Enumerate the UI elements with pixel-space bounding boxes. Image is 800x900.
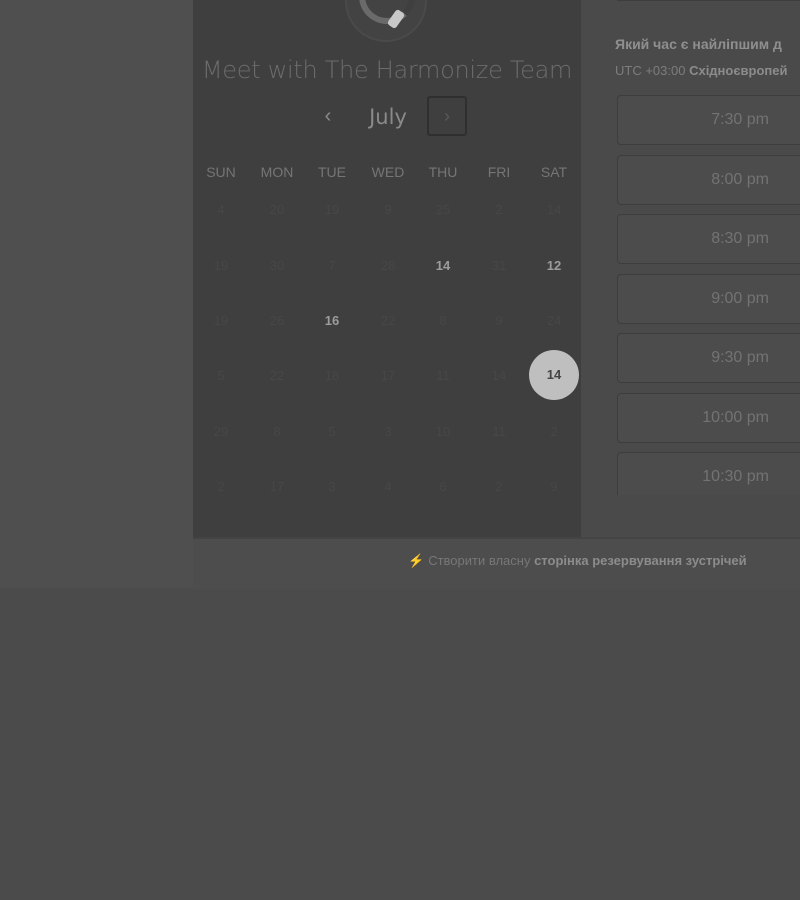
time-slot-button[interactable]: 10:00 pm — [617, 392, 800, 443]
day-cell: 6 — [439, 479, 447, 494]
day-cell-available[interactable]: 14 — [415, 258, 471, 273]
day-cell: 3 — [328, 479, 336, 494]
day-cell: 24 — [546, 313, 562, 328]
time-slot-button[interactable]: 10:30 pm — [617, 452, 800, 495]
day-cell: 11 — [436, 368, 450, 383]
day-cell: 4 — [384, 479, 392, 494]
logo-icon — [359, 0, 415, 24]
day-cell: 3 — [384, 424, 392, 439]
time-slot-button[interactable]: 8:00 pm — [617, 154, 800, 205]
day-cell: 11 — [492, 424, 506, 439]
timezone-selector[interactable]: UTC +03:00 Східноєвропей — [615, 63, 787, 78]
calendar-title: Meet with The Harmonize Team — [201, 56, 573, 84]
time-slot-button[interactable]: 9:30 pm — [617, 333, 800, 383]
time-slot-list: 7:30 pm 8:00 pm 8:30 pm 9:00 pm 9:30 pm 10:00… — [617, 95, 800, 495]
day-cell: 31 — [491, 258, 507, 273]
weekday-label: THU — [428, 164, 458, 180]
timezone-offset: UTC +03:00 — [615, 63, 686, 78]
day-cell: 20 — [269, 202, 285, 217]
day-cell: 25 — [435, 202, 451, 217]
month-label: July — [369, 105, 407, 129]
weekday-label: WED — [371, 164, 405, 180]
day-cell: 30 — [269, 258, 285, 273]
time-slot-button[interactable]: 8:30 pm — [617, 214, 800, 264]
day-cell-available[interactable]: 12 — [526, 258, 582, 273]
timezone-name: Східноєвропей — [689, 63, 788, 78]
day-cell: 19 — [213, 313, 229, 328]
time-slot-button[interactable]: 9:00 pm — [617, 273, 800, 324]
weekday-label: SUN — [206, 164, 236, 180]
time-slot-button[interactable]: 7:30 pm — [617, 95, 800, 145]
prev-month-button[interactable]: ‹ — [314, 102, 342, 130]
divider — [617, 0, 800, 1]
day-cell: 5 — [328, 424, 336, 439]
day-cell-selected[interactable]: 14 — [529, 350, 579, 400]
day-cell: 29 — [213, 424, 229, 439]
weekday-label: MON — [260, 164, 294, 180]
day-cell: 2 — [550, 424, 558, 439]
day-cell: 5 — [217, 368, 225, 383]
day-cell: 9 — [384, 202, 392, 217]
footer-link[interactable]: ⚡ Створити власну сторінка резервування з… — [408, 553, 747, 569]
next-month-button[interactable]: › — [427, 96, 467, 136]
day-cell: 2 — [495, 202, 503, 217]
day-cell: 17 — [380, 368, 396, 383]
weekday-label: SAT — [540, 164, 568, 180]
day-cell: 18 — [324, 368, 340, 383]
day-cell: 8 — [439, 313, 447, 328]
day-cell: 14 — [546, 202, 562, 217]
times-heading: Який час є найліпшим д — [615, 36, 782, 52]
day-cell: 9 — [550, 479, 558, 494]
day-cell: 14 — [491, 368, 507, 383]
spark-icon: ⚡ — [408, 553, 425, 568]
day-cell: 4 — [217, 202, 225, 217]
day-cell: 28 — [380, 258, 396, 273]
footer-link-text[interactable]: сторінка резервування зустрічей — [534, 553, 747, 568]
day-cell: 19 — [324, 202, 340, 217]
footer-prefix: Створити власну — [428, 553, 531, 568]
day-cell: 22 — [269, 368, 285, 383]
day-grid: 4 20 19 9 25 2 14 19 30 7 28 14 31 12 19 26 16 22 8 9 24 5 22 1… — [193, 188, 581, 518]
day-cell: 22 — [380, 313, 396, 328]
day-cell: 8 — [273, 424, 281, 439]
day-cell: 19 — [213, 258, 229, 273]
day-cell: 17 — [269, 479, 285, 494]
day-cell: 10 — [435, 424, 451, 439]
day-cell: 2 — [495, 479, 503, 494]
day-cell: 26 — [269, 313, 285, 328]
weekday-header: SUN MON TUE WED THU FRI SAT — [193, 164, 581, 182]
weekday-label: FRI — [487, 164, 511, 180]
day-cell: 7 — [328, 258, 336, 273]
day-cell: 9 — [495, 313, 503, 328]
weekday-label: TUE — [318, 164, 346, 180]
day-cell-available[interactable]: 16 — [304, 313, 360, 328]
day-cell: 2 — [217, 479, 225, 494]
